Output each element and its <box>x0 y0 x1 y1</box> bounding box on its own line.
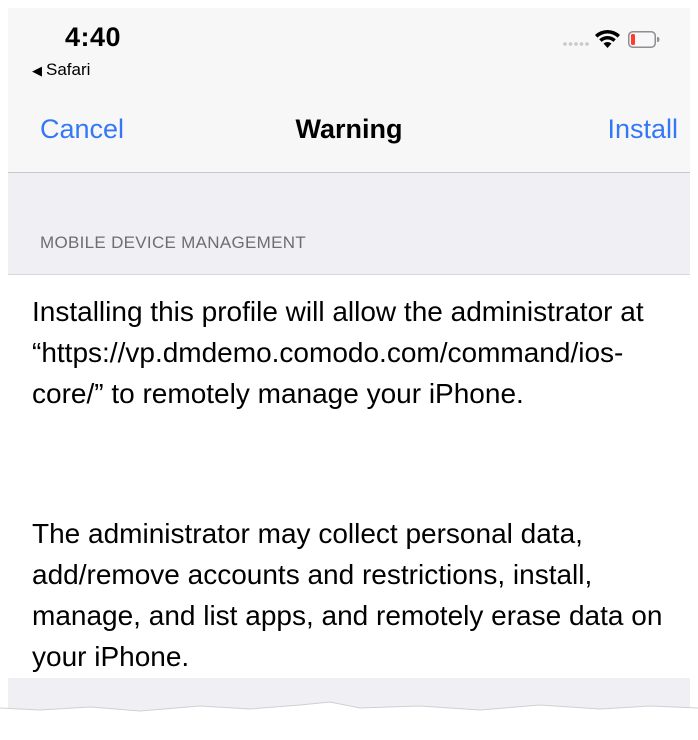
wifi-icon <box>595 29 620 48</box>
back-arrow-icon: ◀ <box>32 62 42 78</box>
install-button[interactable]: Install <box>607 114 678 145</box>
signal-dots-icon <box>563 42 589 46</box>
back-to-app-link[interactable]: ◀ Safari <box>32 60 90 80</box>
cancel-button[interactable]: Cancel <box>40 114 124 145</box>
status-time: 4:40 <box>65 22 122 52</box>
section-divider <box>8 274 690 275</box>
section-header: MOBILE DEVICE MANAGEMENT <box>40 233 307 252</box>
back-app-label: Safari <box>46 60 91 79</box>
ios-screen: 4:40 ◀ Safari Cancel Warning Install MOB… <box>0 0 698 740</box>
battery-icon <box>628 31 660 48</box>
section-header-background <box>8 173 690 275</box>
warning-paragraph: The administrator may collect personal d… <box>32 518 663 672</box>
torn-edge <box>0 701 698 740</box>
warning-paragraph: Installing this profile will allow the a… <box>32 296 644 409</box>
